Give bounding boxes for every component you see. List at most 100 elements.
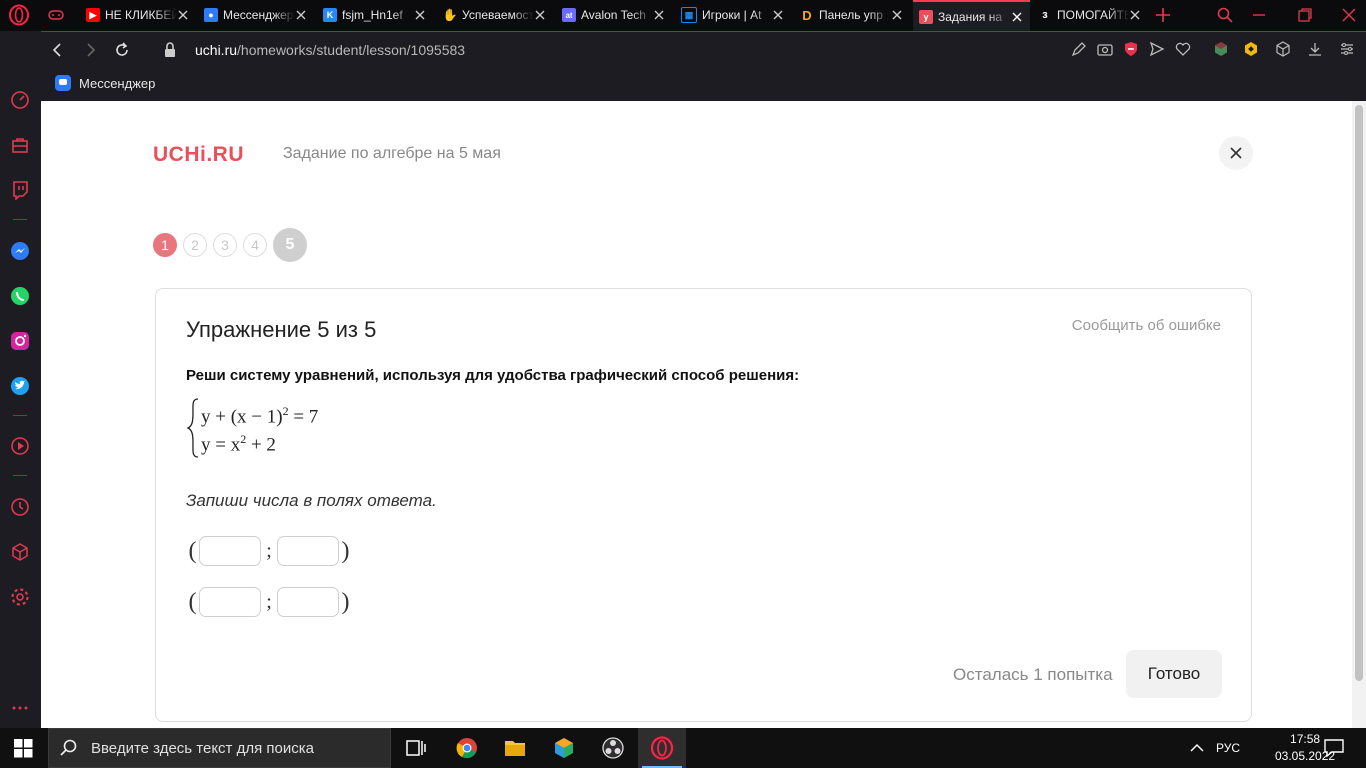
search-tabs-icon[interactable] [1216, 6, 1234, 24]
answer-2-x-input[interactable] [199, 587, 261, 617]
answer-1-x-input[interactable] [199, 536, 261, 566]
extension-cube-icon[interactable] [1213, 41, 1229, 57]
step-1[interactable]: 1 [153, 233, 177, 257]
tray-chevron-up-icon[interactable] [1188, 736, 1206, 760]
step-2[interactable]: 2 [183, 233, 207, 257]
history-icon[interactable] [10, 497, 30, 517]
chrome-icon[interactable] [455, 736, 479, 760]
tab-title: Avalon Tech [581, 8, 646, 22]
sidebar-divider [13, 415, 27, 416]
shopping-bag-icon[interactable] [10, 135, 30, 155]
tab-title: fsjm_Hn1ef [342, 8, 403, 22]
uchi-logo[interactable]: UCHi.RU [153, 143, 244, 167]
speed-dial-icon[interactable] [10, 90, 30, 110]
close-window-icon[interactable] [1340, 6, 1358, 24]
forward-icon[interactable] [81, 41, 99, 59]
step-3[interactable]: 3 [213, 233, 237, 257]
report-error-link[interactable]: Сообщить об ошибке [1072, 317, 1221, 334]
notifications-icon[interactable] [1322, 736, 1346, 760]
grid-icon: ▦ [681, 7, 697, 23]
lock-icon[interactable] [163, 41, 177, 59]
tab-gx-games[interactable] [48, 0, 82, 30]
step-5-current[interactable]: 5 [273, 228, 307, 262]
close-icon [1230, 147, 1242, 159]
close-tab-icon[interactable] [652, 8, 666, 22]
new-tab-icon[interactable] [1154, 6, 1172, 24]
equation-1: y + (x − 1)2 = 7 [201, 404, 319, 428]
tab-help[interactable]: з ПОМОГАЙТЕ [1038, 0, 1148, 30]
camera-icon[interactable] [1097, 41, 1113, 57]
tab-uchi-active[interactable]: у Задания на [913, 0, 1030, 31]
tab-messenger[interactable]: ● Мессенджер [204, 0, 314, 30]
restore-icon[interactable] [1296, 6, 1314, 24]
step-4[interactable]: 4 [243, 233, 267, 257]
url-path: /homeworks/student/lesson/1095583 [237, 42, 466, 58]
close-lesson-button[interactable] [1219, 136, 1253, 170]
easy-setup-icon[interactable] [1339, 41, 1355, 57]
lesson-title: Задание по алгебре на 5 мая [283, 145, 501, 162]
tab-youtube[interactable]: ▶ НЕ КЛИКБЕЙТ [86, 0, 196, 30]
scrollbar-thumb[interactable] [1355, 105, 1363, 681]
close-tab-icon[interactable] [1010, 10, 1024, 24]
close-tab-icon[interactable] [1128, 8, 1142, 22]
tab-title: НЕ КЛИКБЕЙТ [105, 8, 177, 22]
back-icon[interactable] [49, 41, 67, 59]
adblock-shield-icon[interactable] [1123, 41, 1139, 57]
player-icon[interactable] [10, 436, 30, 456]
answer-1-y-input[interactable] [277, 536, 339, 566]
tab-grades[interactable]: ✋ Успеваемость [443, 0, 553, 30]
close-tab-icon[interactable] [413, 8, 427, 22]
twitch-icon[interactable] [10, 180, 30, 200]
windows-start-icon[interactable] [0, 728, 48, 768]
taskbar-opera-active[interactable] [638, 728, 686, 768]
language-indicator[interactable]: РУС [1216, 728, 1240, 768]
reload-icon[interactable] [113, 41, 131, 59]
attempts-remaining: Осталась 1 попытка [953, 665, 1113, 684]
tab-strip: ▶ НЕ КЛИКБЕЙТ ● Мессенджер K fsjm_Hn1ef … [0, 0, 1366, 31]
hand-icon: ✋ [442, 8, 458, 22]
task-view-icon[interactable] [404, 736, 428, 760]
heart-icon[interactable] [1175, 41, 1191, 57]
more-dots-icon[interactable] [10, 698, 30, 718]
exercise-steps: 1 2 3 4 5 [153, 228, 313, 262]
answer-2-y-input[interactable] [277, 587, 339, 617]
extensions-icon[interactable] [1275, 41, 1291, 57]
binance-extension-icon[interactable] [1243, 41, 1259, 57]
download-icon[interactable] [1307, 41, 1323, 57]
tab-vk[interactable]: K fsjm_Hn1ef [323, 0, 433, 30]
page-content: UCHi.RU Задание по алгебре на 5 мая 1 2 … [41, 101, 1352, 728]
bookmark-messenger[interactable]: Мессенджер [55, 75, 155, 91]
url-field[interactable]: uchi.ru/homeworks/student/lesson/1095583 [195, 42, 465, 58]
close-tab-icon[interactable] [294, 8, 308, 22]
opera-sidebar [0, 31, 41, 728]
extensions-cube-icon[interactable] [10, 542, 30, 562]
tab-panel[interactable]: D Панель упр [800, 0, 910, 30]
rubiks-cube-icon[interactable] [552, 736, 576, 760]
address-bar: uchi.ru/homeworks/student/lesson/1095583 [41, 31, 1366, 68]
close-tab-icon[interactable] [176, 8, 190, 22]
whatsapp-icon[interactable] [10, 286, 30, 306]
file-explorer-icon[interactable] [503, 736, 527, 760]
opera-menu-icon[interactable] [8, 4, 30, 26]
close-paren: ) [341, 588, 350, 615]
avalon-icon: at [562, 8, 576, 22]
close-tab-icon[interactable] [890, 8, 904, 22]
messenger-icon[interactable] [10, 241, 30, 261]
send-icon[interactable] [1149, 41, 1165, 57]
task-instruction: Реши систему уравнений, используя для уд… [186, 367, 800, 384]
taskbar-search[interactable]: Введите здесь текст для поиска [48, 728, 391, 768]
close-tab-icon[interactable] [533, 8, 547, 22]
close-tab-icon[interactable] [771, 8, 785, 22]
done-button[interactable]: Готово [1126, 650, 1222, 698]
minimize-icon[interactable] [1250, 6, 1268, 24]
tab-players[interactable]: ▦ Игроки | At [681, 0, 791, 30]
twitter-icon[interactable] [10, 376, 30, 396]
tab-avalon[interactable]: at Avalon Tech [562, 0, 672, 30]
exercise-card: Упражнение 5 из 5 Сообщить об ошибке Реш… [155, 288, 1252, 722]
settings-gear-icon[interactable] [10, 587, 30, 607]
answer-pair-1: ( ; ) [186, 536, 352, 566]
obs-icon[interactable] [601, 736, 625, 760]
edit-snapshot-icon[interactable] [1071, 41, 1087, 57]
instagram-icon[interactable] [10, 331, 30, 351]
system-brace-icon [186, 398, 199, 458]
